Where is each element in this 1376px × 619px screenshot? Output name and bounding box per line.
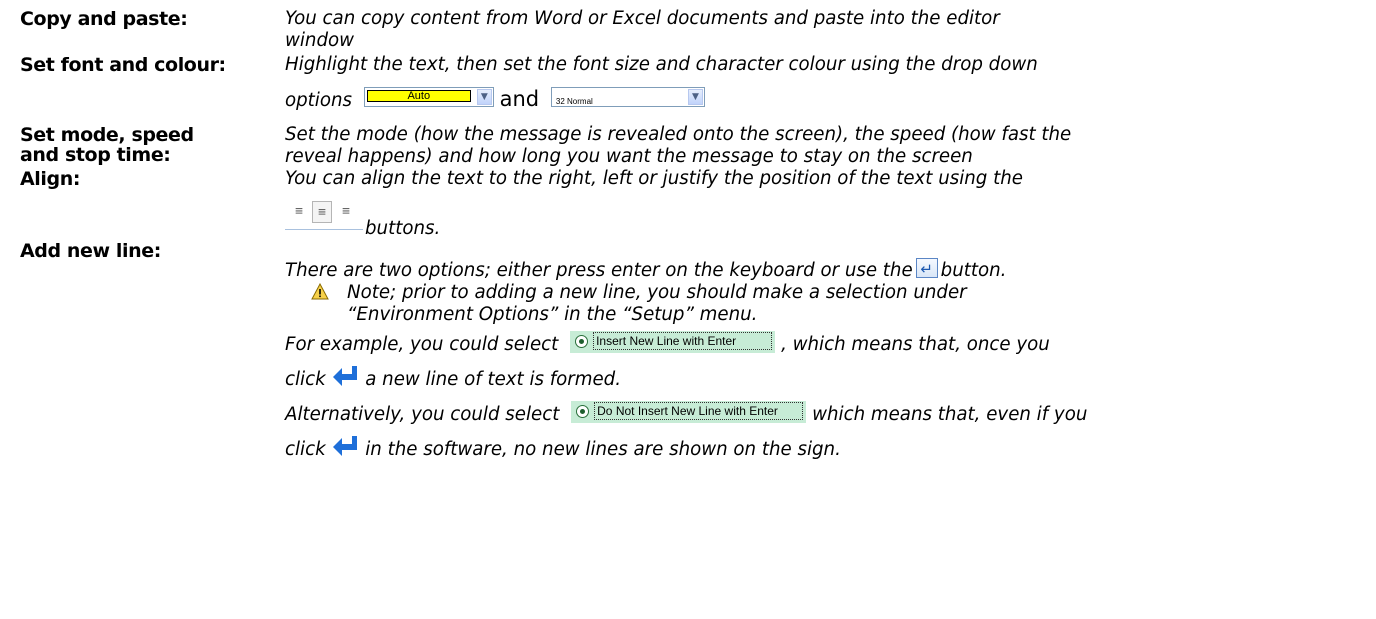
note-line2: “Environment Options” in the “Setup” men… xyxy=(347,304,758,325)
example-text-start: For example, you could select xyxy=(285,334,559,355)
radio-icon xyxy=(576,405,590,418)
term-set-font-and-colour: Set font and colour: xyxy=(20,54,226,76)
click-text: click xyxy=(285,439,326,460)
desc-set-font-line2: options Auto ▼ and 32 Normal ▼ xyxy=(285,87,1355,112)
term-set-mode-line1: Set mode, speed xyxy=(20,124,194,146)
align-right-icon[interactable]: ≡ xyxy=(336,201,356,223)
example-click-line1: click a new line of text is formed. xyxy=(285,366,1355,392)
align-left-icon[interactable]: ≡ xyxy=(289,201,309,223)
button-text: button. xyxy=(940,260,1007,281)
term-set-mode-line2: and stop time: xyxy=(20,144,171,166)
note-line1: Note; prior to adding a new line, you sh… xyxy=(347,282,967,303)
font-size-dropdown[interactable]: 32 Normal ▼ xyxy=(550,87,705,107)
alternatively-text: Alternatively, you could select xyxy=(285,404,560,425)
align-button-group: ≡ ≡ ≡ xyxy=(285,199,363,230)
do-not-insert-option[interactable]: Do Not Insert New Line with Enter xyxy=(571,401,807,423)
warning-icon xyxy=(311,283,329,300)
example-no-insert-line: Alternatively, you could select Do Not I… xyxy=(285,401,1355,426)
insert-new-line-label: Insert New Line with Enter xyxy=(593,332,773,350)
desc-set-mode-line1: Set the mode (how the message is reveale… xyxy=(285,124,1072,145)
click-text: click xyxy=(285,369,326,390)
term-copy-and-paste: Copy and paste: xyxy=(20,8,188,30)
colour-dropdown[interactable]: Auto ▼ xyxy=(363,87,494,107)
desc-copy-and-paste-line1: You can copy content from Word or Excel … xyxy=(285,8,1000,29)
example-click-line2: click in the software, no new lines are … xyxy=(285,436,1355,462)
desc-copy-and-paste-line2: window xyxy=(285,30,355,51)
colour-swatch: Auto xyxy=(366,90,471,102)
add-new-line-text: There are two options; either press ente… xyxy=(285,260,913,281)
no-new-lines-text: in the software, no new lines are shown … xyxy=(365,439,841,460)
radio-icon xyxy=(575,335,589,348)
enter-arrow-icon xyxy=(333,366,358,386)
do-not-insert-label: Do Not Insert New Line with Enter xyxy=(594,402,804,420)
enter-arrow-icon xyxy=(333,436,358,456)
desc-align-line2: buttons. xyxy=(365,218,441,239)
align-center-icon[interactable]: ≡ xyxy=(312,201,332,223)
term-align: Align: xyxy=(20,168,81,190)
font-size-value: 32 Normal xyxy=(555,97,593,106)
new-line-formed-text: a new line of text is formed. xyxy=(365,369,621,390)
desc-set-mode-line2: reveal happens) and how long you want th… xyxy=(285,146,973,167)
options-text: options xyxy=(285,90,352,111)
and-text: and xyxy=(499,87,540,111)
term-add-new-line: Add new line: xyxy=(20,240,161,262)
alternatively-end-text: which means that, even if you xyxy=(812,404,1088,425)
chevron-down-icon[interactable]: ▼ xyxy=(476,89,492,105)
example-insert-line: For example, you could select Insert New… xyxy=(285,331,1355,356)
insert-new-line-option[interactable]: Insert New Line with Enter xyxy=(570,331,776,353)
desc-align-line1: You can align the text to the right, lef… xyxy=(285,168,1023,189)
enter-key-icon[interactable]: ↵ xyxy=(915,258,938,278)
desc-add-new-line: There are two options; either press ente… xyxy=(285,258,1355,282)
chevron-down-icon[interactable]: ▼ xyxy=(687,89,703,105)
example-text-end: , which means that, once you xyxy=(781,334,1050,355)
desc-set-font-line1: Highlight the text, then set the font si… xyxy=(285,54,1038,75)
